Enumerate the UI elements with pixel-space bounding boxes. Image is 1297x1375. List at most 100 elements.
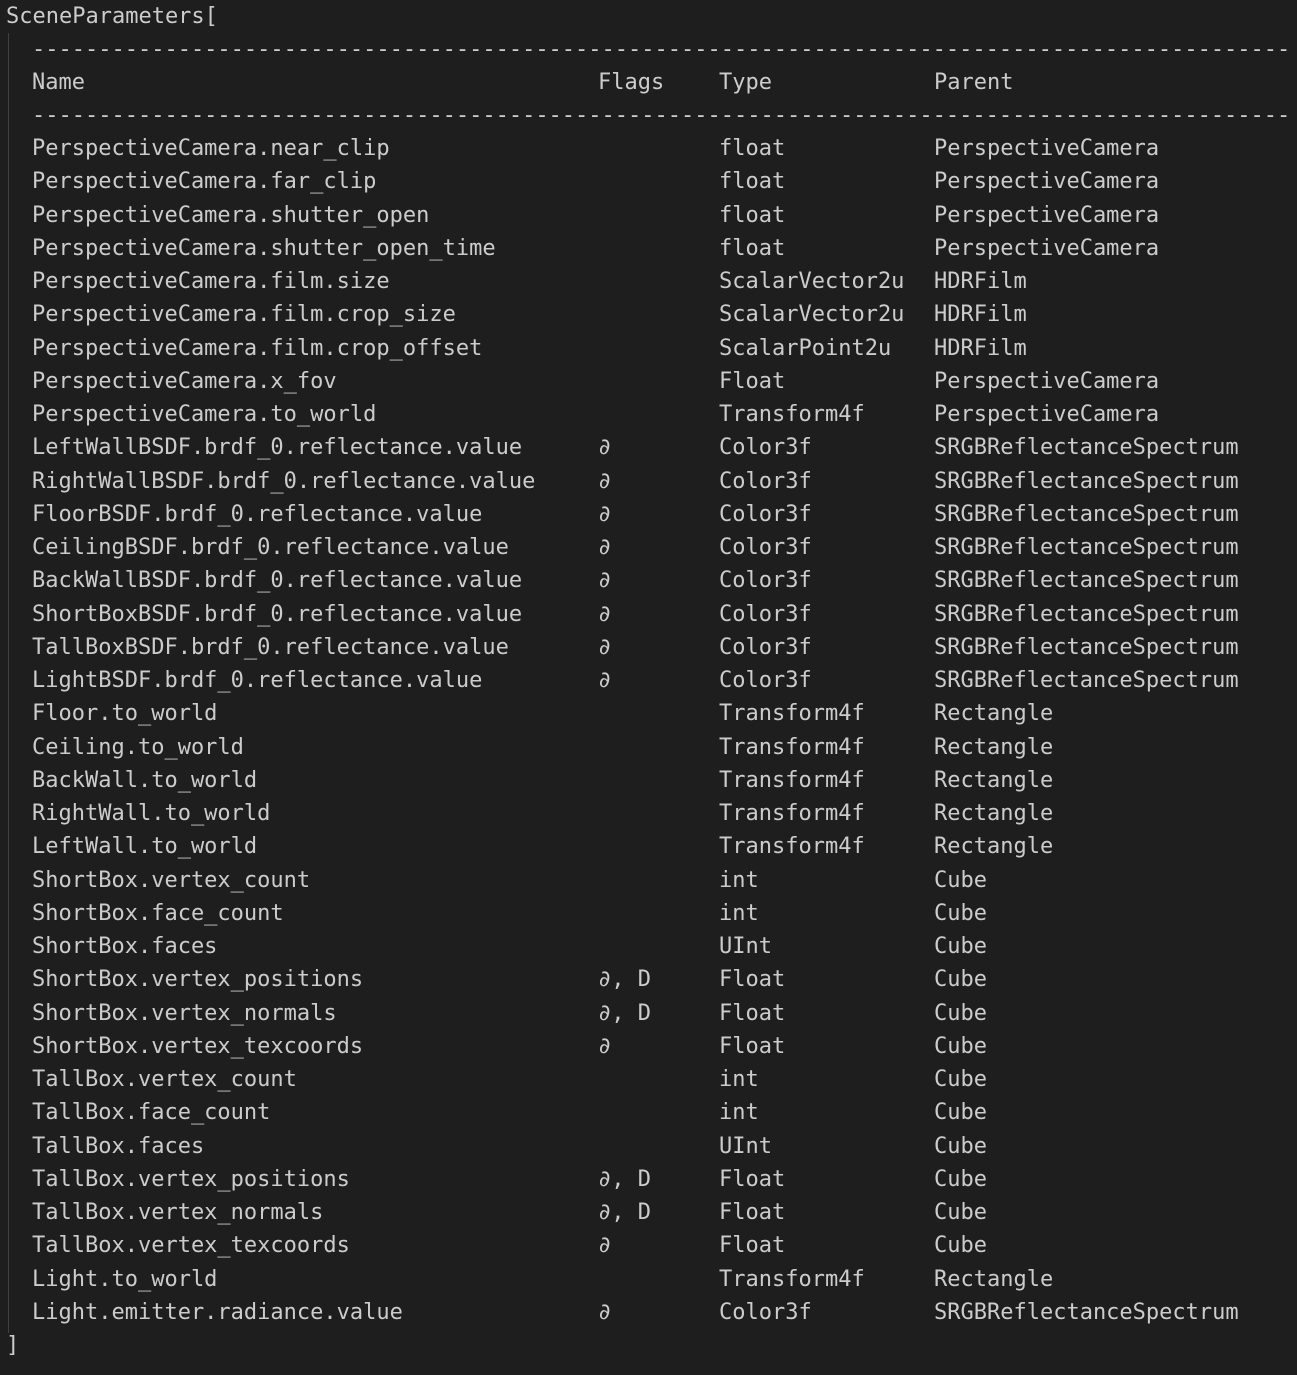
cell-parent: PerspectiveCamera <box>934 402 1160 427</box>
cell-parent: Rectangle <box>934 834 1054 860</box>
cell-type: Float <box>719 1166 786 1192</box>
table-row: BackWallBSDF.brdf_0.reflectance.value ∂ Co… <box>0 564 1297 597</box>
separator-header: ----------------------------------------… <box>32 103 1287 128</box>
cell-parent: Cube <box>934 1133 987 1159</box>
cell-name: PerspectiveCamera.shutter_open_time <box>32 235 496 261</box>
cell-name: ShortBox.vertex_texcoords <box>32 1033 364 1059</box>
cell-name: Ceiling.to_world <box>32 734 244 760</box>
cell-parent: Cube <box>934 967 987 993</box>
cell-type: Transform4f <box>719 1266 865 1292</box>
cell-name: PerspectiveCamera.shutter_open <box>32 202 430 228</box>
cell-type: int <box>719 1100 759 1126</box>
cell-parent: SRGBReflectanceSpectrum <box>934 668 1239 693</box>
cell-type: Transform4f <box>719 701 865 727</box>
cell-name: LightBSDF.brdf_0.reflectance.value <box>32 668 483 693</box>
cell-name: PerspectiveCamera.x_fov <box>32 368 337 394</box>
cell-name: TallBox.face_count <box>32 1100 271 1126</box>
cell-parent: PerspectiveCamera <box>934 136 1160 161</box>
table-row: CeilingBSDF.brdf_0.reflectance.value ∂ Col… <box>0 531 1297 564</box>
column-header-parent: Parent <box>934 70 1014 95</box>
cell-type: Float <box>719 1200 786 1225</box>
cell-type: Transform4f <box>719 402 865 427</box>
cell-parent: SRGBReflectanceSpectrum <box>934 568 1239 594</box>
cell-type: ScalarPoint2u <box>719 335 892 361</box>
cell-name: TallBoxBSDF.brdf_0.reflectance.value <box>32 634 509 660</box>
cell-name: ShortBox.faces <box>32 934 218 959</box>
cell-type: Float <box>719 1233 786 1259</box>
cell-parent: HDRFilm <box>934 269 1027 294</box>
cell-flags: ∂, D <box>598 967 651 993</box>
cell-name: PerspectiveCamera.film.size <box>32 269 390 294</box>
table-row: ShortBox.vertex_normals ∂, D Float Cube <box>0 997 1297 1030</box>
cell-name: TallBox.vertex_texcoords <box>32 1233 350 1259</box>
cell-name: BackWall.to_world <box>32 767 258 793</box>
cell-type: Color3f <box>719 535 812 560</box>
cell-type: float <box>719 202 786 228</box>
cell-type: Color3f <box>719 1299 812 1325</box>
cell-type: Color3f <box>719 435 812 461</box>
cell-name: Light.to_world <box>32 1266 218 1292</box>
output-title: SceneParameters[ <box>6 4 218 29</box>
table-row: RightWallBSDF.brdf_0.reflectance.value ∂ C… <box>0 465 1297 498</box>
cell-parent: Cube <box>934 1200 987 1225</box>
cell-name: LeftWallBSDF.brdf_0.reflectance.value <box>32 435 523 461</box>
cell-name: ShortBox.face_count <box>32 900 284 926</box>
table-row: ShortBoxBSDF.brdf_0.reflectance.value ∂ Co… <box>0 598 1297 631</box>
cell-parent: Cube <box>934 867 987 893</box>
cell-name: TallBox.vertex_count <box>32 1067 297 1092</box>
cell-type: Float <box>719 967 786 993</box>
cell-parent: Rectangle <box>934 734 1054 760</box>
cell-parent: SRGBReflectanceSpectrum <box>934 535 1239 560</box>
column-header-name: Name <box>32 70 85 95</box>
cell-flags: ∂ <box>598 601 612 627</box>
cell-flags: ∂, D <box>598 1166 651 1192</box>
cell-parent: HDRFilm <box>934 302 1027 328</box>
cell-type: Color3f <box>719 668 812 693</box>
cell-type: Color3f <box>719 601 812 627</box>
cell-name: PerspectiveCamera.far_clip <box>32 169 377 195</box>
cell-flags: ∂, D <box>598 1000 651 1026</box>
table-row: PerspectiveCamera.shutter_open float Persp… <box>0 199 1297 232</box>
table-row: PerspectiveCamera.far_clip float Perspecti… <box>0 165 1297 198</box>
cell-type: ScalarVector2u <box>719 269 905 294</box>
cell-type: Transform4f <box>719 767 865 793</box>
table-row: ShortBox.vertex_positions ∂, D Float Cube <box>0 963 1297 996</box>
cell-name: PerspectiveCamera.to_world <box>32 402 377 427</box>
cell-type: float <box>719 136 786 161</box>
cell-flags: ∂ <box>598 501 612 527</box>
table-row: RightWall.to_world Transform4f Rectangle <box>0 797 1297 830</box>
table-row: PerspectiveCamera.near_clip float Perspect… <box>0 132 1297 165</box>
cell-parent: Cube <box>934 934 987 959</box>
cell-parent: SRGBReflectanceSpectrum <box>934 435 1239 461</box>
cell-flags: ∂ <box>598 668 612 693</box>
cell-type: Float <box>719 1000 786 1026</box>
cell-type: Color3f <box>719 568 812 594</box>
table-row: TallBox.vertex_count int Cube <box>0 1063 1297 1096</box>
cell-name: PerspectiveCamera.film.crop_size <box>32 302 456 328</box>
cell-name: ShortBox.vertex_positions <box>32 967 364 993</box>
cell-type: ScalarVector2u <box>719 302 905 328</box>
table-row: Ceiling.to_world Transform4f Rectangle <box>0 731 1297 764</box>
cell-name: FloorBSDF.brdf_0.reflectance.value <box>32 501 483 527</box>
cell-name: Light.emitter.radiance.value <box>32 1299 403 1325</box>
table-row: Floor.to_world Transform4f Rectangle <box>0 697 1297 730</box>
table-row: BackWall.to_world Transform4f Rectangle <box>0 764 1297 797</box>
cell-parent: Cube <box>934 1166 987 1192</box>
cell-type: Transform4f <box>719 801 865 826</box>
cell-name: ShortBoxBSDF.brdf_0.reflectance.value <box>32 601 523 627</box>
cell-name: BackWallBSDF.brdf_0.reflectance.value <box>32 568 523 594</box>
cell-parent: SRGBReflectanceSpectrum <box>934 601 1239 627</box>
table-row: TallBox.faces UInt Cube <box>0 1130 1297 1163</box>
cell-name: TallBox.vertex_positions <box>32 1166 350 1192</box>
cell-parent: SRGBReflectanceSpectrum <box>934 468 1239 494</box>
table-row: ShortBox.vertex_texcoords ∂ Float Cube <box>0 1030 1297 1063</box>
cell-type: Color3f <box>719 634 812 660</box>
cell-parent: PerspectiveCamera <box>934 368 1160 394</box>
table-row: PerspectiveCamera.x_fov Float PerspectiveC… <box>0 365 1297 398</box>
cell-name: PerspectiveCamera.film.crop_offset <box>32 335 483 361</box>
cell-flags: ∂ <box>598 435 612 461</box>
table-row: FloorBSDF.brdf_0.reflectance.value ∂ Color… <box>0 498 1297 531</box>
cell-type: UInt <box>719 1133 772 1159</box>
cell-name: TallBox.faces <box>32 1133 205 1159</box>
cell-parent: Cube <box>934 1100 987 1126</box>
